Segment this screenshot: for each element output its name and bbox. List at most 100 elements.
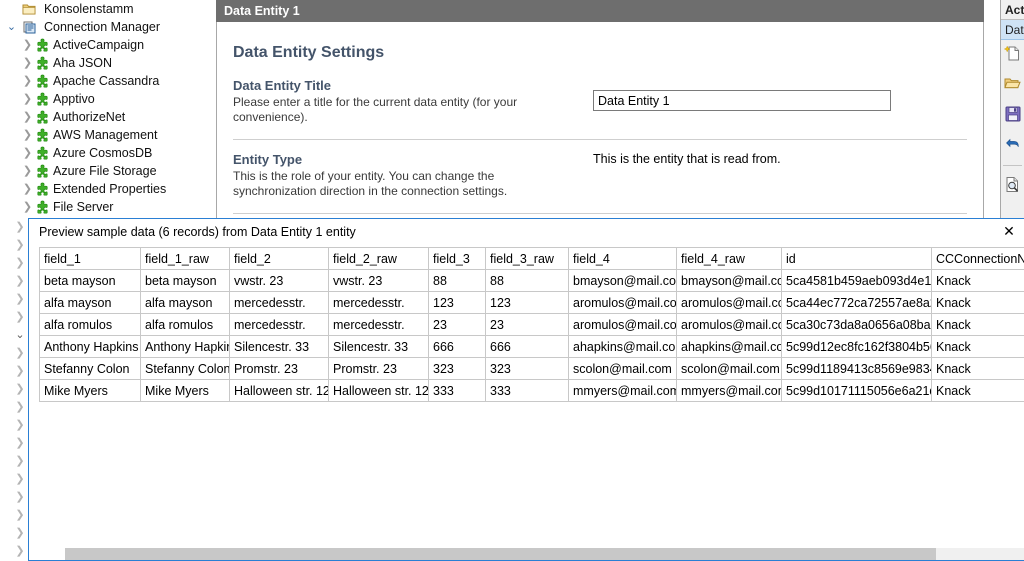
table-cell[interactable]: ahapkins@mail.com — [677, 336, 782, 358]
table-cell[interactable]: 23 — [486, 314, 569, 336]
new-document-button[interactable] — [1001, 40, 1024, 70]
tree-item-connector[interactable]: ❯Azure File Storage — [0, 162, 216, 180]
column-header[interactable]: field_1 — [40, 248, 141, 270]
table-cell[interactable]: alfa mayson — [40, 292, 141, 314]
table-cell[interactable]: 333 — [429, 380, 486, 402]
chevron-right-icon[interactable]: ❯ — [20, 180, 35, 198]
chevron-right-icon[interactable]: ❯ — [0, 308, 28, 326]
table-cell[interactable]: beta mayson — [40, 270, 141, 292]
tab-data[interactable]: Dat — [1001, 20, 1024, 40]
chevron-right-icon[interactable]: ❯ — [0, 218, 28, 236]
column-header[interactable]: id — [782, 248, 932, 270]
table-row[interactable]: Stefanny ColonStefanny ColonPromstr. 23P… — [40, 358, 1024, 380]
table-cell[interactable]: Mike Myers — [141, 380, 230, 402]
chevron-right-icon[interactable]: ❯ — [20, 72, 35, 90]
tree-item-root[interactable]: Konsolenstamm — [0, 0, 216, 18]
chevron-right-icon[interactable]: ❯ — [20, 162, 35, 180]
table-cell[interactable]: 333 — [486, 380, 569, 402]
chevron-right-icon[interactable]: ❯ — [0, 452, 28, 470]
chevron-right-icon[interactable]: ❯ — [20, 144, 35, 162]
table-row[interactable]: beta maysonbeta maysonvwstr. 23vwstr. 23… — [40, 270, 1024, 292]
table-cell[interactable]: 88 — [486, 270, 569, 292]
table-cell[interactable]: scolon@mail.com — [677, 358, 782, 380]
table-cell[interactable]: bmayson@mail.com — [569, 270, 677, 292]
save-button[interactable] — [1001, 100, 1024, 130]
table-cell[interactable]: Anthony Hapkins — [141, 336, 230, 358]
preview-button[interactable] — [1001, 171, 1024, 201]
table-row[interactable]: alfa romulosalfa romulosmercedesstr.merc… — [40, 314, 1024, 336]
table-cell[interactable]: Knack — [932, 380, 1024, 402]
chevron-right-icon[interactable]: ❯ — [20, 54, 35, 72]
table-cell[interactable]: 5c99d10171115056e6a21def — [782, 380, 932, 402]
table-cell[interactable]: Stefanny Colon — [141, 358, 230, 380]
column-header[interactable]: field_4 — [569, 248, 677, 270]
chevron-right-icon[interactable]: ❯ — [20, 126, 35, 144]
table-row[interactable]: Mike MyersMike MyersHalloween str. 12Hal… — [40, 380, 1024, 402]
tree-item-connection-manager[interactable]: ⌄ Connection Manager — [0, 18, 216, 36]
table-cell[interactable]: vwstr. 23 — [230, 270, 329, 292]
table-cell[interactable]: Stefanny Colon — [40, 358, 141, 380]
table-cell[interactable]: Knack — [932, 336, 1024, 358]
table-cell[interactable]: Halloween str. 12 — [230, 380, 329, 402]
table-row[interactable]: Anthony HapkinsAnthony HapkinsSilencestr… — [40, 336, 1024, 358]
chevron-right-icon[interactable]: ❯ — [20, 90, 35, 108]
table-cell[interactable]: 5ca4581b459aeb093d4e1f42 — [782, 270, 932, 292]
column-header[interactable]: field_3 — [429, 248, 486, 270]
table-cell[interactable]: Silencestr. 33 — [230, 336, 329, 358]
horizontal-scrollbar-thumb[interactable] — [65, 548, 936, 560]
table-cell[interactable]: 666 — [429, 336, 486, 358]
table-cell[interactable]: Silencestr. 33 — [329, 336, 429, 358]
column-header[interactable]: field_2_raw — [329, 248, 429, 270]
chevron-right-icon[interactable]: ❯ — [0, 524, 28, 542]
chevron-right-icon[interactable]: ❯ — [20, 108, 35, 126]
table-cell[interactable]: aromulos@mail.com — [677, 292, 782, 314]
table-cell[interactable]: 323 — [429, 358, 486, 380]
table-cell[interactable]: ahapkins@mail.com — [569, 336, 677, 358]
column-header[interactable]: field_3_raw — [486, 248, 569, 270]
chevron-right-icon[interactable]: ❯ — [0, 344, 28, 362]
column-header[interactable]: field_4_raw — [677, 248, 782, 270]
chevron-right-icon[interactable]: ❯ — [0, 488, 28, 506]
table-cell[interactable]: 666 — [486, 336, 569, 358]
table-cell[interactable]: mercedesstr. — [230, 314, 329, 336]
table-cell[interactable]: Knack — [932, 270, 1024, 292]
table-cell[interactable]: beta mayson — [141, 270, 230, 292]
table-cell[interactable]: aromulos@mail.com — [569, 292, 677, 314]
table-cell[interactable]: vwstr. 23 — [329, 270, 429, 292]
chevron-down-icon[interactable]: ⌄ — [0, 326, 28, 344]
table-cell[interactable]: alfa romulos — [40, 314, 141, 336]
table-cell[interactable]: 88 — [429, 270, 486, 292]
chevron-right-icon[interactable]: ❯ — [0, 254, 28, 272]
chevron-right-icon[interactable]: ❯ — [0, 236, 28, 254]
chevron-right-icon[interactable]: ❯ — [20, 36, 35, 54]
horizontal-scrollbar[interactable] — [65, 548, 1024, 560]
chevron-right-icon[interactable]: ❯ — [0, 290, 28, 308]
chevron-right-icon[interactable]: ❯ — [0, 542, 28, 560]
chevron-right-icon[interactable]: ❯ — [0, 470, 28, 488]
close-icon[interactable]: ✕ — [1000, 222, 1018, 240]
tree-item-connector[interactable]: ❯Azure CosmosDB — [0, 144, 216, 162]
tree-item-connector[interactable]: ❯Extended Properties — [0, 180, 216, 198]
table-cell[interactable]: bmayson@mail.com — [677, 270, 782, 292]
chevron-right-icon[interactable]: ❯ — [0, 398, 28, 416]
table-cell[interactable]: Anthony Hapkins — [40, 336, 141, 358]
preview-grid-wrapper[interactable]: field_1field_1_rawfield_2field_2_rawfiel… — [39, 247, 1024, 541]
table-cell[interactable]: Knack — [932, 292, 1024, 314]
table-row[interactable]: alfa maysonalfa maysonmercedesstr.merced… — [40, 292, 1024, 314]
tree-item-connector[interactable]: ❯ActiveCampaign — [0, 36, 216, 54]
tree-item-connector[interactable]: ❯AWS Management — [0, 126, 216, 144]
table-cell[interactable]: Knack — [932, 314, 1024, 336]
open-folder-button[interactable] — [1001, 70, 1024, 100]
chevron-right-icon[interactable]: ❯ — [0, 416, 28, 434]
chevron-right-icon[interactable]: ❯ — [0, 272, 28, 290]
table-cell[interactable]: aromulos@mail.com — [677, 314, 782, 336]
table-cell[interactable]: aromulos@mail.com — [569, 314, 677, 336]
table-cell[interactable]: 5ca44ec772ca72557ae8a28f — [782, 292, 932, 314]
column-header[interactable]: field_2 — [230, 248, 329, 270]
table-cell[interactable]: mercedesstr. — [329, 292, 429, 314]
table-cell[interactable]: mmyers@mail.com — [569, 380, 677, 402]
table-cell[interactable]: mmyers@mail.com — [677, 380, 782, 402]
table-cell[interactable]: 5c99d1189413c8569e9834ce — [782, 358, 932, 380]
table-cell[interactable]: alfa romulos — [141, 314, 230, 336]
tree-item-connector[interactable]: ❯Apache Cassandra — [0, 72, 216, 90]
